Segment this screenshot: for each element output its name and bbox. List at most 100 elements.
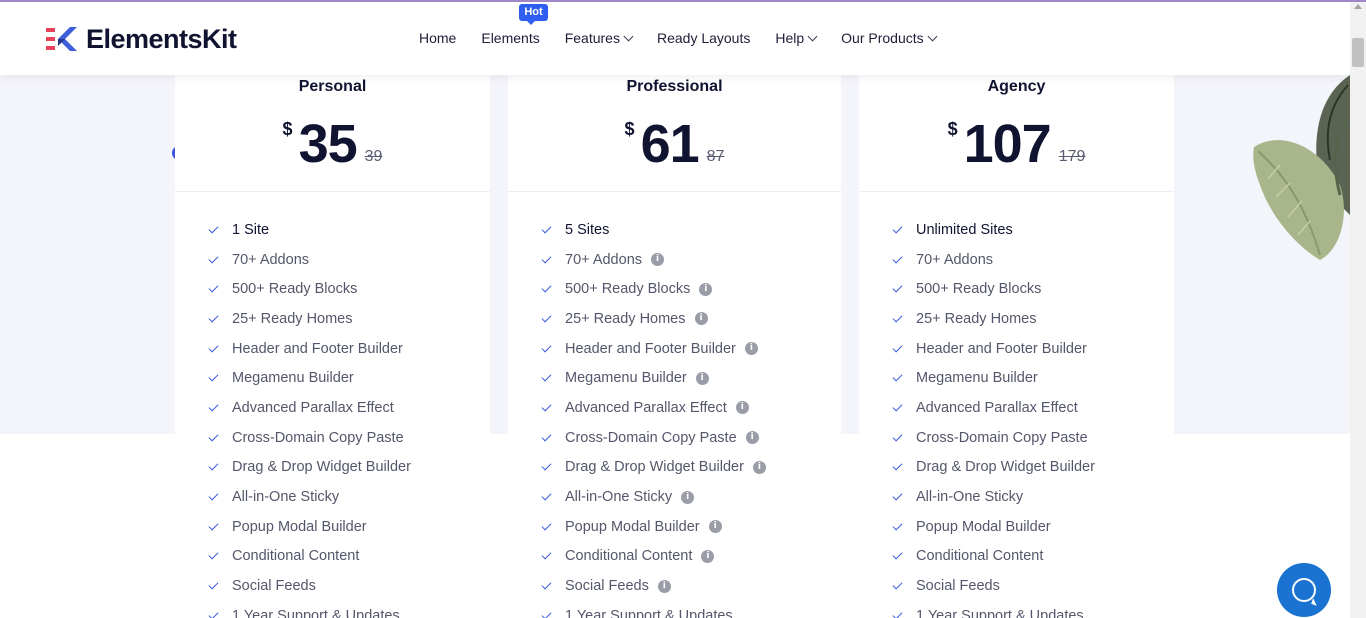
feature-item: 70+ Addons — [208, 245, 411, 275]
info-icon[interactable]: i — [744, 342, 758, 356]
feature-item: Popup Modal Builder — [208, 512, 411, 542]
feature-label: Unlimited Sites — [916, 221, 1013, 238]
info-icon[interactable]: i — [651, 253, 665, 267]
check-icon — [892, 342, 903, 353]
nav-item-home[interactable]: Home — [419, 28, 456, 48]
feature-item: 1 Year Support & Updates — [541, 601, 766, 618]
feature-item: Unlimited Sites — [892, 215, 1095, 245]
check-icon — [541, 342, 552, 353]
feature-label: Social Feeds — [565, 578, 649, 595]
nav-item-our-products[interactable]: Our Products — [841, 28, 938, 48]
feature-item: All-in-One Sticky — [208, 482, 411, 512]
feature-label: Header and Footer Builder — [565, 340, 736, 357]
feature-label: 70+ Addons — [916, 251, 994, 268]
feature-label: Social Feeds — [916, 578, 1000, 595]
check-icon — [208, 312, 219, 323]
feature-label: Header and Footer Builder — [232, 340, 403, 357]
nav-label: Help — [775, 30, 805, 46]
check-icon — [541, 579, 552, 590]
info-icon[interactable]: i — [752, 460, 766, 474]
chevron-down-icon — [807, 31, 818, 41]
feature-item: 1 Year Support & Updates — [892, 601, 1095, 618]
price-amount: 35 — [298, 114, 358, 174]
feature-item: Drag & Drop Widget Builder — [892, 453, 1095, 483]
feature-item: Megamenu Builder — [892, 363, 1095, 393]
check-icon — [892, 609, 903, 618]
feature-label: 5 Sites — [565, 221, 610, 238]
check-icon — [892, 401, 903, 412]
feature-item: Drag & Drop Widget Builder — [208, 453, 411, 483]
feature-label: 1 Year Support & Updates — [232, 607, 400, 618]
feature-label: All-in-One Sticky — [565, 489, 673, 506]
plan-name: Professional — [626, 78, 723, 95]
feature-label: Advanced Parallax Effect — [916, 399, 1078, 416]
check-icon — [892, 312, 903, 323]
nav-label: Features — [564, 30, 620, 46]
info-icon[interactable]: i — [708, 520, 722, 534]
feature-item: 1 Site — [208, 215, 411, 245]
pricing-card-header: Agency $107 179 — [859, 60, 1174, 192]
nav-label: Home — [419, 30, 457, 46]
feature-label: Cross-Domain Copy Paste — [916, 429, 1088, 446]
feature-item: 25+ Ready Homes i — [541, 304, 766, 334]
scroll-up-arrow-icon[interactable] — [1354, 4, 1362, 9]
feature-item: Drag & Drop Widget Builder i — [541, 453, 766, 483]
feature-item: Header and Footer Builder i — [541, 334, 766, 364]
check-icon — [208, 549, 219, 560]
info-icon[interactable]: i — [699, 282, 713, 296]
feature-label: 70+ Addons — [565, 251, 643, 268]
info-icon[interactable]: i — [735, 401, 749, 415]
feature-label: Header and Footer Builder — [916, 340, 1087, 357]
feature-label: 25+ Ready Homes — [232, 310, 353, 327]
feature-item: Cross-Domain Copy Paste — [892, 423, 1095, 453]
info-icon[interactable]: i — [694, 312, 708, 326]
elementskit-logo-icon — [46, 27, 77, 51]
nav-item-help[interactable]: Help — [775, 28, 818, 48]
check-icon — [892, 223, 903, 234]
check-icon — [208, 253, 219, 263]
feature-label: Popup Modal Builder — [232, 518, 367, 535]
old-price: 39 — [364, 148, 383, 165]
feature-item: Social Feeds — [208, 571, 411, 601]
feature-item: Social Feeds i — [541, 571, 766, 601]
info-icon[interactable]: i — [745, 431, 759, 445]
feature-label: Social Feeds — [232, 578, 316, 595]
feature-label: 1 Year Support & Updates — [565, 607, 733, 618]
feature-item: Popup Modal Builder — [892, 512, 1095, 542]
check-icon — [892, 460, 903, 471]
price-block: $61 87 — [508, 116, 841, 172]
nav-item-features[interactable]: Features — [564, 28, 634, 48]
feature-label: All-in-One Sticky — [916, 489, 1024, 506]
feature-label: All-in-One Sticky — [232, 489, 340, 506]
feature-item: 500+ Ready Blocks i — [541, 274, 766, 304]
feature-item: Popup Modal Builder i — [541, 512, 766, 542]
top-accent-line — [0, 0, 1366, 2]
old-price: 179 — [1058, 148, 1086, 165]
check-icon — [541, 431, 552, 442]
currency-symbol: $ — [947, 119, 958, 139]
nav-item-ready-layouts[interactable]: Ready Layouts — [657, 28, 750, 48]
site-header: ElementsKit Home Hot Elements Features R… — [0, 2, 1350, 75]
feature-item: 500+ Ready Blocks — [892, 274, 1095, 304]
feature-label: Megamenu Builder — [232, 370, 354, 387]
check-icon — [208, 431, 219, 442]
feature-item: Header and Footer Builder — [892, 334, 1095, 364]
scroll-thumb[interactable] — [1352, 38, 1364, 67]
check-icon — [541, 460, 552, 471]
chevron-down-icon — [927, 31, 938, 41]
check-icon — [541, 223, 552, 234]
feature-label: 25+ Ready Homes — [565, 310, 686, 327]
feature-item: Advanced Parallax Effect — [208, 393, 411, 423]
info-icon[interactable]: i — [657, 579, 671, 593]
brand-logo[interactable]: ElementsKit — [46, 24, 237, 54]
page-scrollbar[interactable] — [1350, 0, 1366, 618]
price-amount: 61 — [640, 114, 700, 174]
feature-label: Conditional Content — [916, 548, 1044, 565]
info-icon[interactable]: i — [701, 549, 715, 563]
feature-item: 1 Year Support & Updates — [208, 601, 411, 618]
nav-item-elements[interactable]: Hot Elements — [481, 4, 548, 48]
info-icon[interactable]: i — [681, 490, 695, 504]
chat-button[interactable] — [1277, 563, 1331, 617]
feature-item: Conditional Content — [208, 542, 411, 572]
info-icon[interactable]: i — [695, 371, 709, 385]
